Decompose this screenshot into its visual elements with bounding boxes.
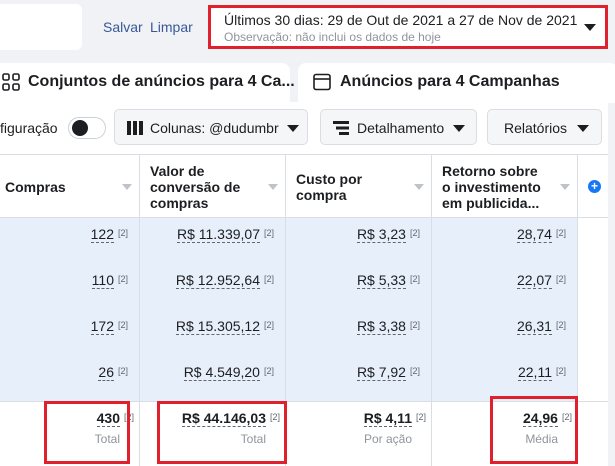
grid-icon (2, 73, 20, 96)
sort-icon[interactable] (268, 184, 278, 190)
ad-window-icon (313, 73, 331, 96)
date-range-picker[interactable]: Últimos 30 dias: 29 de Out de 2021 a 27 … (208, 5, 608, 49)
highlight-total-purchases (44, 401, 130, 464)
breakdown-icon (333, 121, 349, 140)
ads-manager-screen: Salvar Limpar Últimos 30 dias: 29 de Out… (0, 0, 615, 466)
chevron-down-icon (453, 125, 465, 132)
highlight-average-roas (490, 396, 578, 464)
sort-icon[interactable] (414, 184, 424, 190)
column-divider (431, 154, 432, 466)
chevron-down-icon (584, 24, 596, 31)
breakdown-button[interactable]: Detalhamento (320, 109, 477, 145)
add-column-icon[interactable]: + (588, 180, 601, 193)
header-line: conversão de (150, 179, 241, 195)
cell-cost: R$ 3,23 [2] (356, 226, 420, 243)
cell-conversion-value: R$ 11.339,07 [2] (176, 226, 274, 243)
chevron-down-icon (287, 125, 299, 132)
cell-purchases: 122 [2] (90, 226, 128, 243)
cell-cost: R$ 5,33 [2] (356, 272, 420, 289)
cell-roas: 26,31 [2] (516, 318, 566, 335)
cell-conversion-value: R$ 15.305,12 [2] (175, 318, 274, 335)
tab-ad-sets-label: Conjuntos de anúncios para 4 Ca... (28, 73, 295, 90)
header-line: o investimento (442, 179, 541, 195)
cell-cost: R$ 3,38 [2] (356, 318, 420, 335)
date-range-text: Últimos 30 dias: 29 de Out de 2021 a 27 … (224, 12, 578, 28)
header-line: Compras (5, 179, 66, 195)
cell-roas: 28,74 [2] (516, 226, 566, 243)
reports-button-label: Relatórios (504, 120, 568, 136)
columns-icon (127, 121, 143, 140)
cell-purchases: 26 [2] (98, 364, 128, 381)
table-body: 122 [2] R$ 11.339,07 [2] R$ 3,23 [2] 28,74[… (0, 218, 578, 401)
columns-button[interactable]: Colunas: @dudumbr (114, 109, 308, 145)
cell-roas: 22,07 [2] (516, 272, 566, 289)
header-line: Retorno sobre (442, 163, 538, 179)
total-cost-label: Por ação (363, 432, 412, 446)
cell-purchases: 110 [2] (91, 272, 128, 289)
configuration-toggle[interactable] (68, 117, 106, 139)
cell-purchases: 172 [2] (90, 318, 128, 335)
reports-button[interactable]: Relatórios (487, 109, 602, 145)
cell-conversion-value: R$ 4.549,20 [2] (183, 364, 274, 381)
header-conversion-value[interactable]: Valor de conversão de compras (150, 163, 240, 211)
header-roas[interactable]: Retorno sobre o investimento em publicid… (442, 163, 541, 211)
header-line: em publicida... (442, 195, 540, 211)
chevron-down-icon (577, 125, 589, 132)
toggle-knob (72, 120, 88, 136)
header-line: compras (150, 195, 209, 211)
sort-icon[interactable] (560, 184, 570, 190)
total-cost: R$ 4,11 [2] (363, 410, 426, 427)
header-line: Valor de (150, 163, 205, 179)
save-button[interactable]: Salvar (103, 19, 143, 35)
highlight-total-conversion-value (157, 401, 287, 464)
cell-roas: 22,11 [2] (517, 364, 566, 381)
column-divider (577, 154, 578, 401)
configuration-label: figuração (0, 120, 58, 136)
tab-ads[interactable]: Anúncios para 4 Campanhas (298, 63, 615, 103)
header-cost-per-purchase[interactable]: Custo por compra (296, 171, 362, 203)
date-range-note: Observação: não inclui os dados de hoje (224, 30, 441, 44)
tab-ads-label: Anúncios para 4 Campanhas (340, 73, 560, 90)
table-header: Compras Valor de conversão de compras Cu… (0, 154, 608, 218)
breakdown-button-label: Detalhamento (357, 120, 445, 136)
clear-button[interactable]: Limpar (150, 19, 193, 35)
sort-icon[interactable] (122, 184, 132, 190)
header-line: Custo por (296, 171, 363, 187)
header-line: compra (296, 187, 347, 203)
cell-conversion-value: R$ 12.952,64 [2] (175, 272, 274, 289)
column-divider (139, 154, 140, 466)
cell-cost: R$ 7,92 [2] (356, 364, 420, 381)
tab-ad-sets[interactable]: Conjuntos de anúncios para 4 Ca... (0, 63, 295, 103)
header-purchases[interactable]: Compras (5, 179, 66, 195)
top-bar: Salvar Limpar Últimos 30 dias: 29 de Out… (0, 0, 615, 55)
toolbar: figuração Colunas: @dudumbr Detalhamento (0, 102, 608, 154)
columns-button-label: Colunas: @dudumbr (150, 120, 279, 136)
search-field[interactable] (0, 4, 82, 50)
